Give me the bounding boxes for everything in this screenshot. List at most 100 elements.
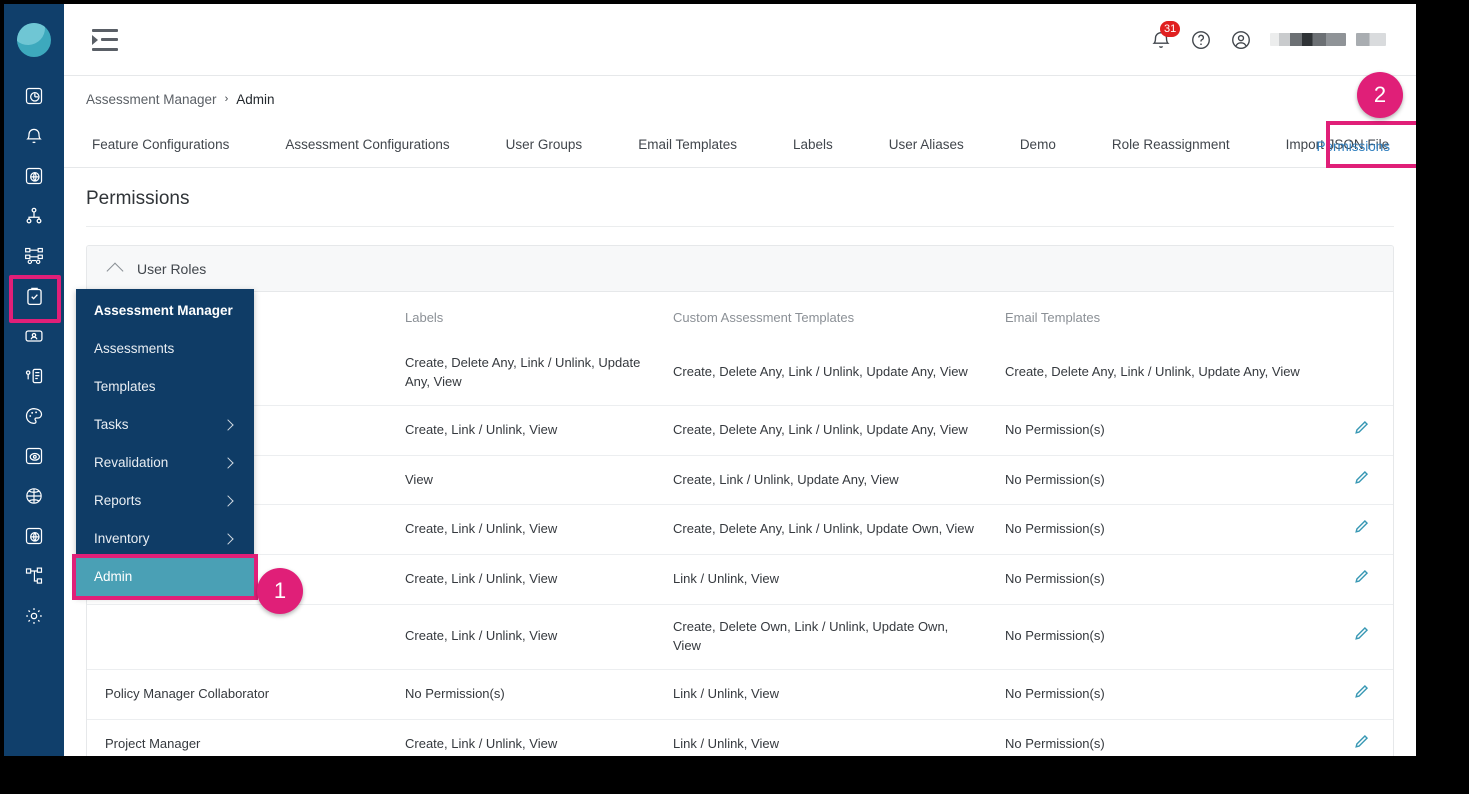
cell-actions xyxy=(1317,341,1393,405)
tab-user-groups[interactable]: User Groups xyxy=(506,122,583,167)
cell-labels: Create, Link / Unlink, View xyxy=(387,554,655,605)
data-mapping-icon xyxy=(24,566,44,586)
flyout-item-assessments[interactable]: Assessments xyxy=(76,330,254,368)
flyout-item-reports[interactable]: Reports xyxy=(76,482,254,520)
monitoring-icon xyxy=(24,446,44,466)
cell-email-templates: No Permission(s) xyxy=(987,454,1317,505)
chevron-right-icon xyxy=(222,418,234,431)
global-risk-icon xyxy=(24,166,44,186)
pencil-icon[interactable] xyxy=(1353,419,1370,442)
flyout-item-admin[interactable]: Admin xyxy=(72,554,258,600)
annotation-marker-2: 2 xyxy=(1357,72,1403,118)
flyout-item-templates[interactable]: Templates xyxy=(76,368,254,406)
assessment-clipboard-icon xyxy=(24,286,45,307)
collapse-menu-icon[interactable] xyxy=(92,28,118,51)
annotation-marker-1: 1 xyxy=(257,568,303,614)
cell-actions xyxy=(1317,454,1393,505)
flyout-item-label: Admin xyxy=(94,569,133,584)
notification-badge: 31 xyxy=(1160,20,1181,37)
cell-labels: Create, Link / Unlink, View xyxy=(387,504,655,555)
flyout-item-inventory[interactable]: Inventory xyxy=(76,520,254,558)
pencil-icon[interactable] xyxy=(1353,568,1370,591)
dashboard-icon xyxy=(24,86,44,106)
chevron-up-icon[interactable] xyxy=(106,262,124,279)
cell-email-templates: No Permission(s) xyxy=(987,604,1317,670)
tab-demo[interactable]: Demo xyxy=(1020,122,1056,167)
chevron-right-icon xyxy=(222,532,234,545)
help-circle-icon[interactable] xyxy=(1190,29,1212,51)
sidebar-item-web-scan[interactable] xyxy=(4,516,64,556)
sidebar-item-organization[interactable] xyxy=(4,196,64,236)
sidebar-item-settings[interactable] xyxy=(4,596,64,636)
app-logo[interactable] xyxy=(4,4,64,76)
table-row: Policy Manager Collaborator No Permission… xyxy=(87,668,1393,720)
notifications-bell-button[interactable]: 31 xyxy=(1150,20,1181,51)
cell-labels: Create, Link / Unlink, View xyxy=(387,718,655,756)
flyout-item-label: Templates xyxy=(94,379,156,394)
sidebar-item-dashboard[interactable] xyxy=(4,76,64,116)
pencil-icon[interactable] xyxy=(1353,625,1370,648)
pencil-icon[interactable] xyxy=(1353,518,1370,541)
flyout-item-label: Tasks xyxy=(94,417,129,432)
cell-actions xyxy=(1317,404,1393,456)
cell-custom-assessment-templates: Link / Unlink, View xyxy=(655,554,987,605)
tab-assessment-configurations[interactable]: Assessment Configurations xyxy=(285,122,449,167)
cell-custom-assessment-templates: Create, Link / Unlink, Update Any, View xyxy=(655,454,987,505)
cell-custom-assessment-templates: Create, Delete Own, Link / Unlink, Updat… xyxy=(655,604,987,670)
cell-email-templates: Create, Delete Any, Link / Unlink, Updat… xyxy=(1005,364,1300,380)
user-roles-section-header[interactable]: User Roles xyxy=(87,246,1393,292)
cell-email-templates: No Permission(s) xyxy=(987,554,1317,605)
sidebar-item-alerts[interactable] xyxy=(4,116,64,156)
org-name-redacted xyxy=(1356,33,1386,46)
top-header: 31 xyxy=(64,4,1416,76)
breadcrumb-separator: › xyxy=(224,93,229,105)
sidebar-item-data-mapping[interactable] xyxy=(4,556,64,596)
sidebar-item-assessment-manager[interactable] xyxy=(4,276,64,316)
breadcrumb-parent[interactable]: Assessment Manager xyxy=(86,92,217,107)
sidebar-item-ai-governance[interactable] xyxy=(4,476,64,516)
sidebar-item-workflows[interactable] xyxy=(4,236,64,276)
tab-feature-configurations[interactable]: Feature Configurations xyxy=(92,122,229,167)
column-header-actions xyxy=(1317,292,1393,341)
cell-labels: View xyxy=(387,454,655,505)
pencil-icon[interactable] xyxy=(1353,469,1370,492)
title-divider xyxy=(86,226,1394,227)
cell-actions xyxy=(1317,718,1393,756)
cell-custom-assessment-templates: Create, Delete Any, Link / Unlink, Updat… xyxy=(655,404,987,456)
tab-labels[interactable]: Labels xyxy=(793,122,833,167)
tab-email-templates[interactable]: Email Templates xyxy=(638,122,737,167)
pencil-icon[interactable] xyxy=(1353,733,1370,756)
cell-email-templates: No Permission(s) xyxy=(987,404,1317,456)
vendor-card-icon xyxy=(24,326,44,346)
contract-icon xyxy=(24,366,44,386)
workflow-icon xyxy=(24,246,44,266)
sidebar-item-risk[interactable] xyxy=(4,156,64,196)
sidebar-item-contracts[interactable] xyxy=(4,356,64,396)
breadcrumb: Assessment Manager › Admin xyxy=(64,76,1416,122)
sidebar-item-vendors[interactable] xyxy=(4,316,64,356)
cell-labels: Create, Link / Unlink, View xyxy=(387,604,655,670)
user-roles-panel: User Roles Labels Custom Assessment Temp… xyxy=(86,245,1394,756)
cell-role xyxy=(87,604,387,670)
table-header-row: Labels Custom Assessment Templates Email… xyxy=(87,292,1393,341)
pencil-icon[interactable] xyxy=(1353,683,1370,706)
flyout-item-tasks[interactable]: Tasks xyxy=(76,406,254,444)
admin-tab-bar: Feature Configurations Assessment Config… xyxy=(64,122,1416,168)
tab-user-aliases[interactable]: User Aliases xyxy=(889,122,964,167)
user-circle-icon[interactable] xyxy=(1230,29,1252,51)
cell-custom-assessment-templates: Link / Unlink, View xyxy=(655,718,987,756)
cell-custom-assessment-templates: Link / Unlink, View xyxy=(655,668,987,720)
flyout-title: Assessment Manager xyxy=(94,303,233,318)
column-header-labels: Labels xyxy=(405,310,444,325)
tab-role-reassignment[interactable]: Role Reassignment xyxy=(1112,122,1230,167)
cell-actions xyxy=(1317,554,1393,605)
sidebar-item-monitoring[interactable] xyxy=(4,436,64,476)
tab-permissions[interactable]: Permissions xyxy=(1296,124,1410,168)
privacy-icon xyxy=(24,406,44,426)
sidebar-item-privacy[interactable] xyxy=(4,396,64,436)
org-chart-icon xyxy=(24,206,44,226)
flyout-item-revalidation[interactable]: Revalidation xyxy=(76,444,254,482)
table-row: Project Manager Create, Link / Unlink, Vi… xyxy=(87,718,1393,756)
cell-role: Policy Manager Collaborator xyxy=(87,668,387,720)
flyout-item-label: Reports xyxy=(94,493,142,508)
